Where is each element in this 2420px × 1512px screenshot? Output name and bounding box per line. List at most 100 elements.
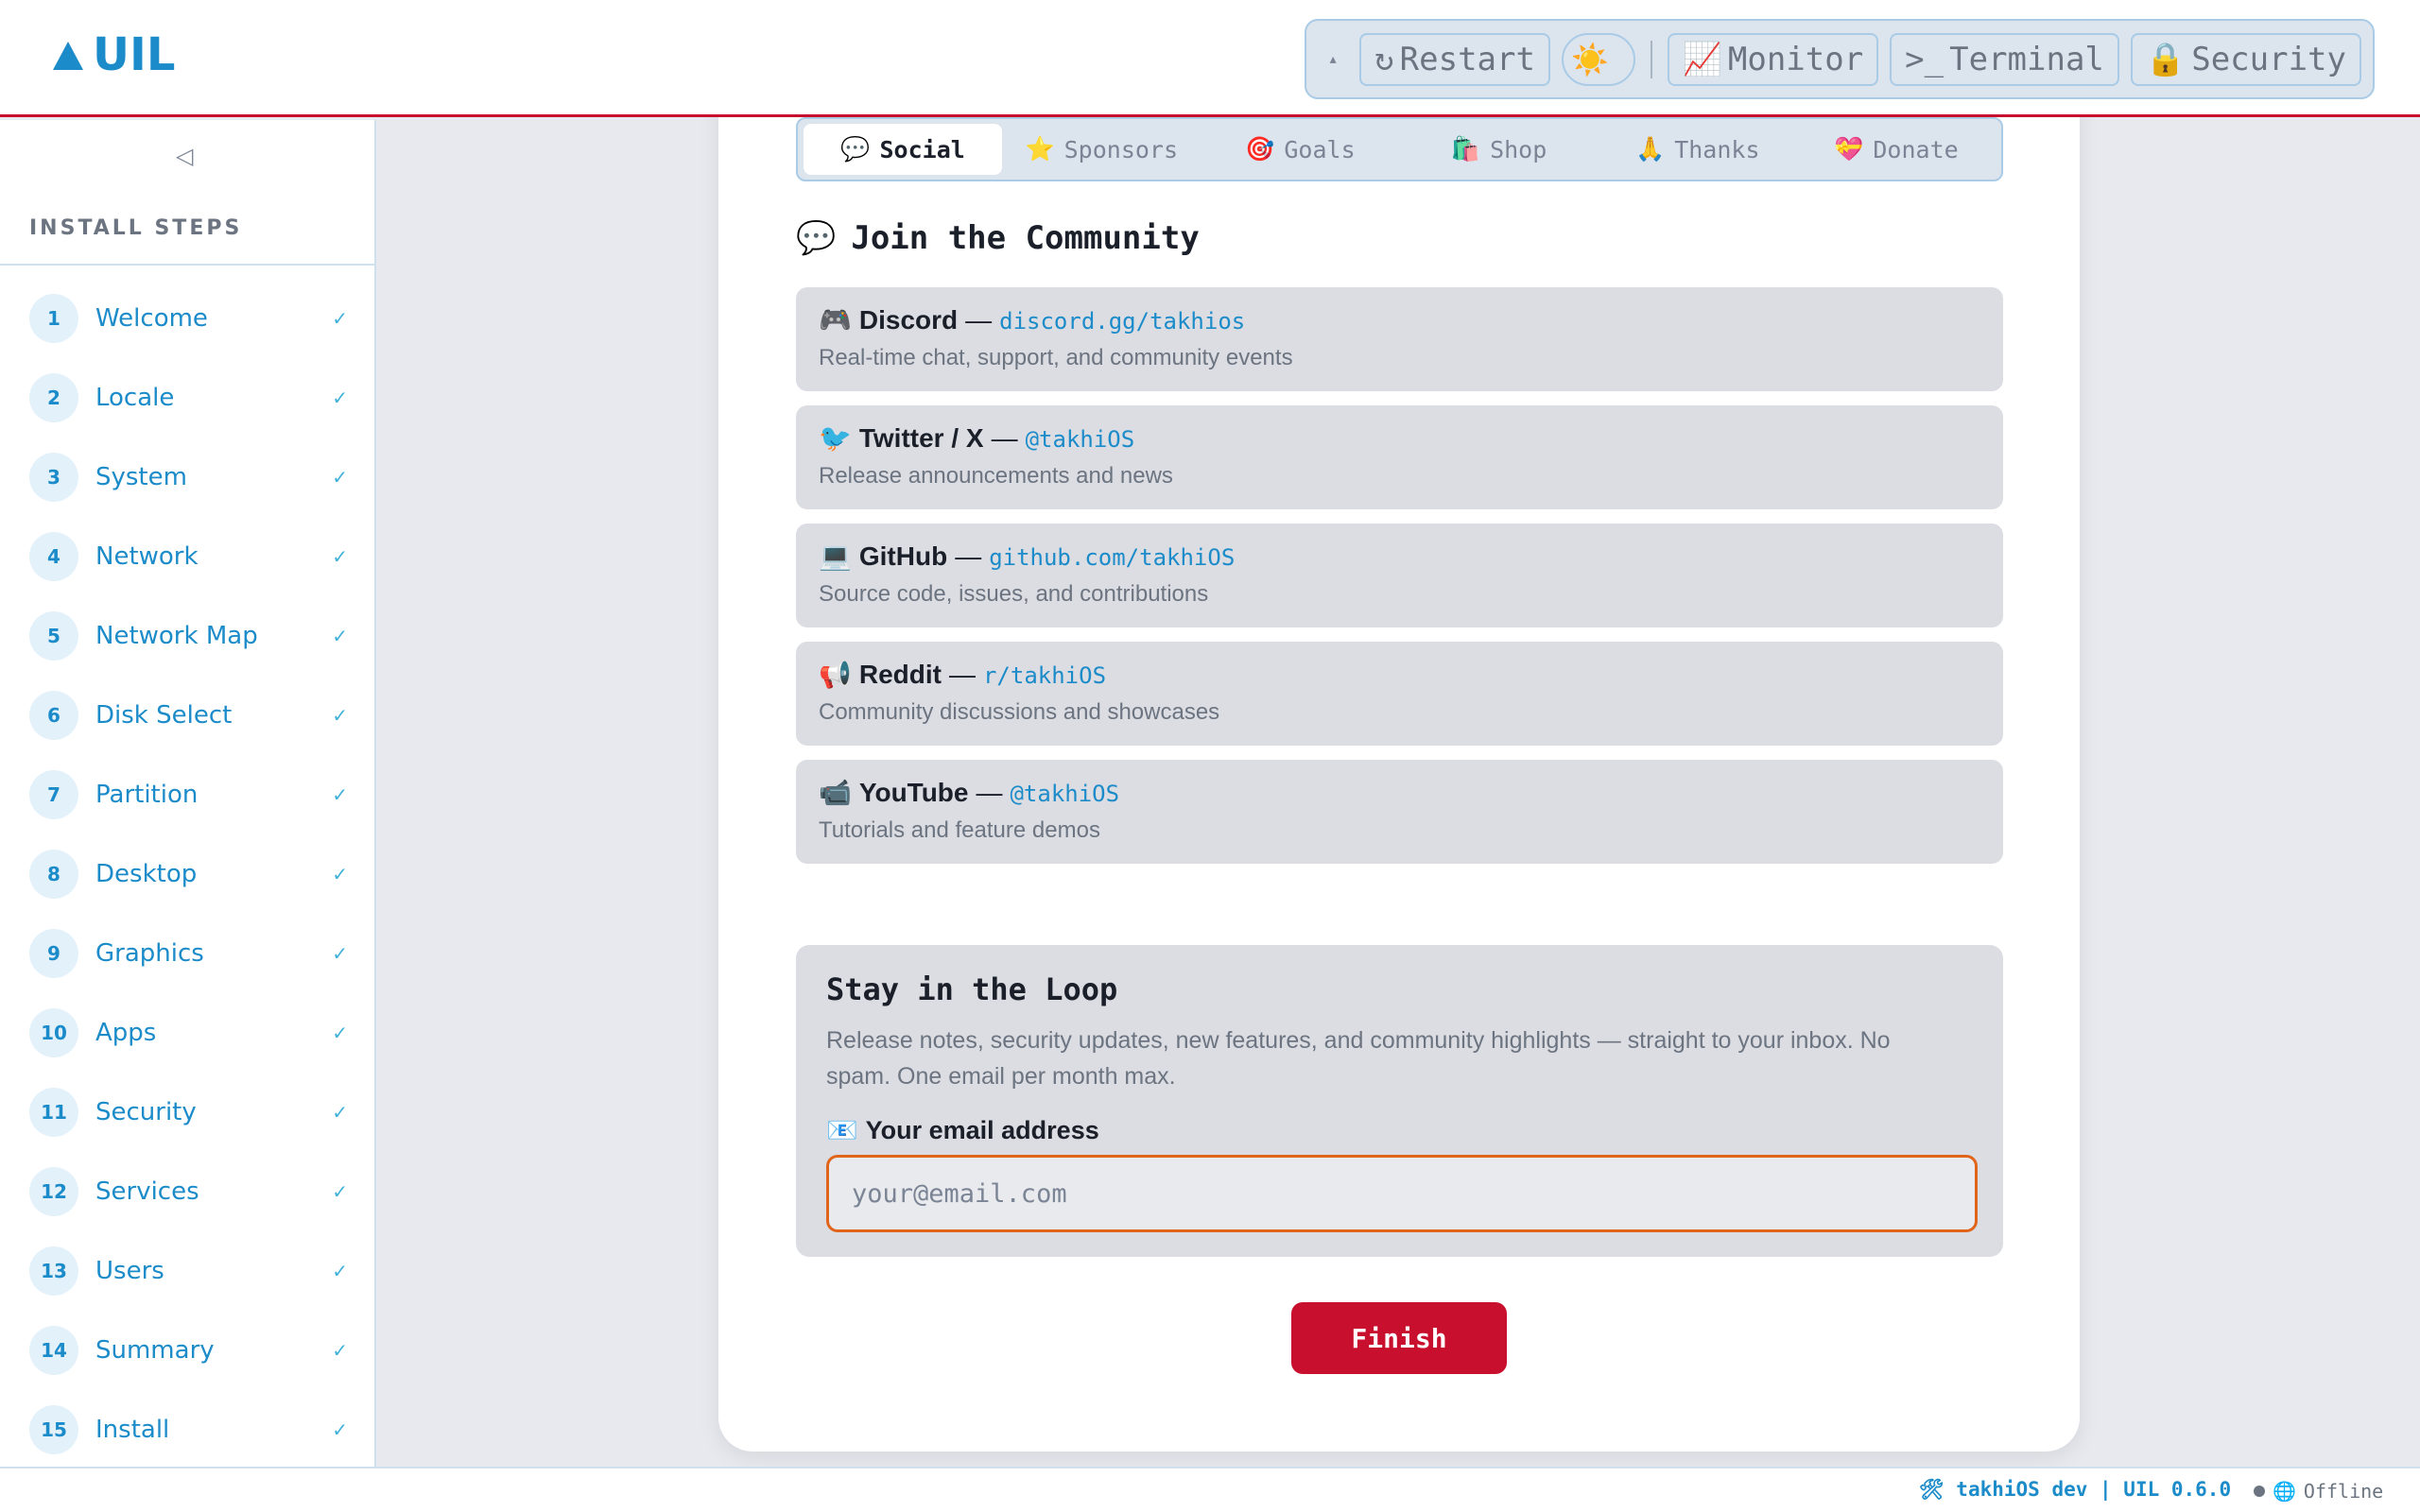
step-label: Network xyxy=(95,542,199,571)
separator-dash: — xyxy=(965,305,993,335)
step-label: Network Map xyxy=(95,622,258,650)
tab-shop[interactable]: 🛍️ Shop xyxy=(1400,124,1599,175)
sidebar-step-summary[interactable]: 14 Summary ✓ xyxy=(0,1311,374,1390)
step-label: Locale xyxy=(95,384,175,412)
community-name: GitHub xyxy=(858,541,948,571)
status-text: Offline xyxy=(2303,1480,2384,1503)
tab-label: Sponsors xyxy=(1063,135,1179,163)
community-item-youtube[interactable]: 📹 YouTube — @takhiOS Tutorials and feature d… xyxy=(796,760,2003,864)
sidebar-step-network[interactable]: 4 Network ✓ xyxy=(0,517,374,596)
sidebar-step-system[interactable]: 3 System ✓ xyxy=(0,438,374,517)
tab-label: Goals xyxy=(1284,135,1356,163)
reddit-icon: 📢 xyxy=(819,660,852,689)
community-link[interactable]: @takhiOS xyxy=(1010,781,1119,807)
community-name: Discord xyxy=(858,305,959,335)
community-description: Source code, issues, and contributions xyxy=(819,581,1209,607)
step-label: Apps xyxy=(95,1019,157,1047)
restart-label: Restart xyxy=(1399,40,1535,78)
community-item-header: 📹 YouTube — @takhiOS xyxy=(819,777,1980,808)
sidebar-collapse-icon[interactable]: ◁ xyxy=(176,143,193,169)
sidebar-step-desktop[interactable]: 8 Desktop ✓ xyxy=(0,834,374,914)
checkmark-icon: ✓ xyxy=(332,704,348,727)
separator-dash: — xyxy=(948,660,976,689)
community-item-reddit[interactable]: 📢 Reddit — r/takhiOS Community discussions a… xyxy=(796,642,2003,746)
checkmark-icon: ✓ xyxy=(332,1101,348,1124)
app-header: UIL ▴ ↻ Restart ☀️ 📈 Monitor >_ Terminal… xyxy=(0,0,2420,117)
tab-bar: 💬 Social ⭐ Sponsors 🎯 Goals 🛍️ Shop 🙏 Thanks 💝 Dona… xyxy=(796,117,2003,181)
sidebar-step-partition[interactable]: 7 Partition ✓ xyxy=(0,755,374,834)
youtube-icon: 📹 xyxy=(819,778,852,807)
step-number: 8 xyxy=(29,850,78,899)
main-card: 💬 Social ⭐ Sponsors 🎯 Goals 🛍️ Shop 🙏 Thanks 💝 Dona… xyxy=(718,76,2080,1452)
sun-icon: ☀️ xyxy=(1570,41,1609,77)
tab-goals[interactable]: 🎯 Goals xyxy=(1201,124,1399,175)
sidebar-step-locale[interactable]: 2 Locale ✓ xyxy=(0,358,374,438)
community-heading: 💬 Join the Community xyxy=(796,219,1200,257)
newsletter-description: Release notes, security updates, new fea… xyxy=(826,1027,1891,1090)
community-link[interactable]: github.com/takhiOS xyxy=(989,544,1235,571)
sidebar-step-welcome[interactable]: 1 Welcome ✓ xyxy=(0,279,374,358)
finish-button[interactable]: Finish xyxy=(1291,1302,1507,1374)
security-button[interactable]: 🔒 Security xyxy=(2130,32,2361,86)
sidebar-step-users[interactable]: 13 Users ✓ xyxy=(0,1231,374,1311)
community-item-github[interactable]: 💻 GitHub — github.com/takhiOS Source code, i… xyxy=(796,524,2003,627)
community-item-discord[interactable]: 🎮 Discord — discord.gg/takhios Real-time cha… xyxy=(796,287,2003,391)
checkmark-icon: ✓ xyxy=(332,942,348,965)
step-label: Services xyxy=(95,1177,199,1206)
tab-sponsors[interactable]: ⭐ Sponsors xyxy=(1002,124,1201,175)
sidebar-step-disk-select[interactable]: 6 Disk Select ✓ xyxy=(0,676,374,755)
community-link[interactable]: r/takhiOS xyxy=(983,662,1106,689)
security-label: Security xyxy=(2191,40,2346,78)
top-toolbar: ▴ ↻ Restart ☀️ 📈 Monitor >_ Terminal 🔒 S… xyxy=(1305,19,2375,99)
sidebar-step-apps[interactable]: 10 Apps ✓ xyxy=(0,993,374,1073)
version-label: 🛠 takhiOS dev | UIL 0.6.0 xyxy=(1919,1478,2232,1501)
community-item-twitter[interactable]: 🐦 Twitter / X — @takhiOS Release announcemen… xyxy=(796,405,2003,509)
step-number: 13 xyxy=(29,1246,78,1296)
triangle-logo-icon xyxy=(53,42,83,70)
community-description: Tutorials and feature demos xyxy=(819,817,1100,843)
sidebar-step-services[interactable]: 12 Services ✓ xyxy=(0,1152,374,1231)
community-item-header: 💻 GitHub — github.com/takhiOS xyxy=(819,541,1980,572)
restart-icon: ↻ xyxy=(1374,40,1394,78)
step-number: 7 xyxy=(29,770,78,819)
checkmark-icon: ✓ xyxy=(332,545,348,568)
sidebar-divider xyxy=(0,264,374,266)
step-number: 3 xyxy=(29,453,78,502)
email-input[interactable] xyxy=(826,1155,1978,1232)
tab-donate[interactable]: 💝 Donate xyxy=(1797,124,1996,175)
community-name: Twitter / X xyxy=(858,423,984,453)
step-number: 15 xyxy=(29,1405,78,1454)
email-label-text: Your email address xyxy=(865,1115,1099,1144)
tab-label: Shop xyxy=(1490,135,1547,163)
step-number: 9 xyxy=(29,929,78,978)
step-label: Summary xyxy=(95,1336,215,1365)
brand-logo[interactable]: UIL xyxy=(53,28,175,81)
tab-social[interactable]: 💬 Social xyxy=(804,124,1003,175)
checkmark-icon: ✓ xyxy=(332,1022,348,1044)
community-item-header: 🎮 Discord — discord.gg/takhios xyxy=(819,304,1980,335)
monitor-label: Monitor xyxy=(1727,40,1864,78)
sidebar-title: INSTALL STEPS xyxy=(29,216,243,240)
step-number: 1 xyxy=(29,294,78,343)
restart-button[interactable]: ↻ Restart xyxy=(1359,32,1550,86)
sidebar-step-security[interactable]: 11 Security ✓ xyxy=(0,1073,374,1152)
sidebar-step-network-map[interactable]: 5 Network Map ✓ xyxy=(0,596,374,676)
separator-dash: — xyxy=(955,541,982,571)
tab-label: Donate xyxy=(1873,135,1959,163)
terminal-button[interactable]: >_ Terminal xyxy=(1890,32,2119,86)
step-number: 4 xyxy=(29,532,78,581)
community-link[interactable]: @takhiOS xyxy=(1026,426,1135,453)
community-list: 🎮 Discord — discord.gg/takhios Real-time cha… xyxy=(796,287,2003,878)
toolbar-collapse-icon[interactable]: ▴ xyxy=(1318,33,1348,86)
tab-thanks[interactable]: 🙏 Thanks xyxy=(1599,124,1797,175)
checkmark-icon: ✓ xyxy=(332,1260,348,1282)
step-number: 14 xyxy=(29,1326,78,1375)
sidebar-step-install[interactable]: 15 Install ✓ xyxy=(0,1390,374,1467)
email-label: 📧 Your email address xyxy=(826,1115,1973,1145)
community-link[interactable]: discord.gg/takhios xyxy=(999,308,1245,335)
sidebar-step-graphics[interactable]: 9 Graphics ✓ xyxy=(0,914,374,993)
separator-dash: — xyxy=(976,778,1003,807)
community-item-header: 🐦 Twitter / X — @takhiOS xyxy=(819,422,1980,454)
theme-toggle[interactable]: ☀️ xyxy=(1561,32,1635,86)
monitor-button[interactable]: 📈 Monitor xyxy=(1667,32,1879,86)
